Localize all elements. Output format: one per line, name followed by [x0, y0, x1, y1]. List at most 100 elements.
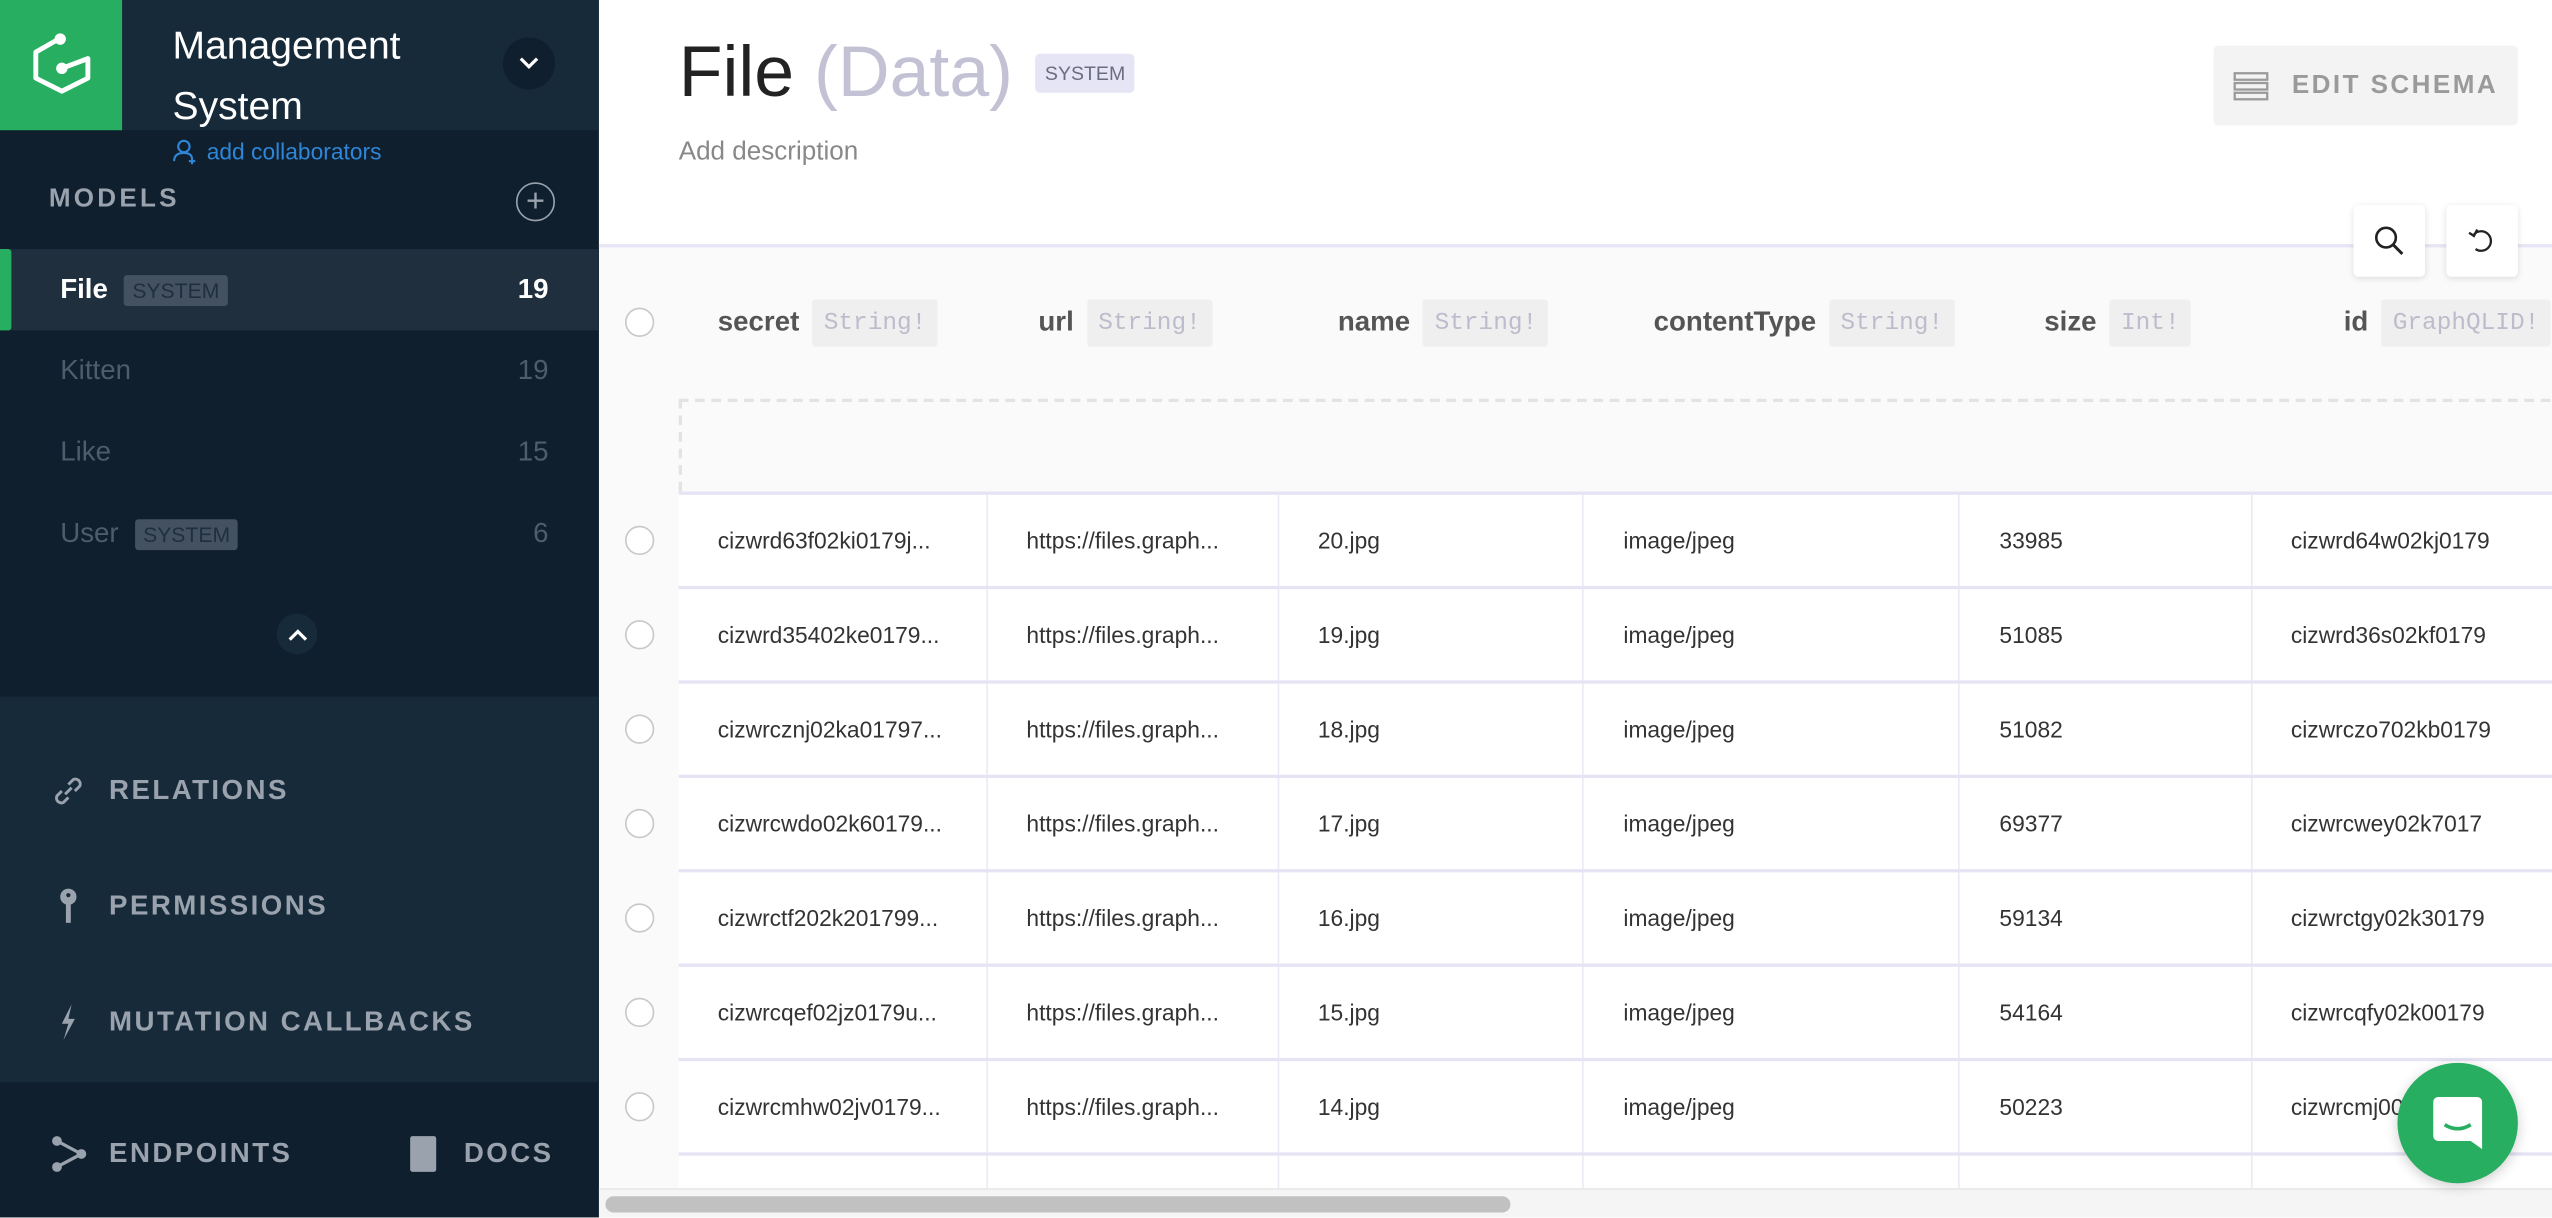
- add-description[interactable]: Add description: [679, 138, 859, 167]
- row-checkbox[interactable]: [624, 714, 655, 744]
- search-button[interactable]: [2353, 205, 2426, 277]
- column-type: String!: [1423, 298, 1549, 346]
- cell-id[interactable]: cizwrd36s02kf0179: [2252, 589, 2552, 680]
- cell-url[interactable]: https://files.graph...: [987, 683, 1279, 775]
- sidebar-model-kitten[interactable]: Kitten 19: [0, 330, 599, 411]
- scrollbar-thumb[interactable]: [605, 1196, 1511, 1213]
- table-row[interactable]: cizwrcwdo02k60179... https://files.graph.…: [624, 774, 2552, 870]
- table-row[interactable]: cizwrcqef02jz0179u... https://files.graph…: [624, 963, 2552, 1058]
- cell-id[interactable]: cizwrczo702kb0179: [2252, 684, 2552, 775]
- sidebar-model-user[interactable]: User SYSTEM 6: [0, 493, 599, 574]
- horizontal-scrollbar[interactable]: [598, 1188, 2552, 1218]
- add-model-button[interactable]: +: [515, 182, 556, 222]
- cell-url[interactable]: https://files.graph...: [987, 872, 1279, 964]
- cell-name[interactable]: 15.jpg: [1279, 966, 1585, 1058]
- cell-url[interactable]: https://files.graph...: [987, 966, 1279, 1058]
- cell-name[interactable]: 20.jpg: [1279, 494, 1585, 586]
- chevron-down-icon: [519, 57, 539, 70]
- edit-schema-button[interactable]: EDIT SCHEMA: [2213, 45, 2518, 126]
- row-checkbox[interactable]: [624, 997, 655, 1028]
- cell-id[interactable]: cizwrd64w02kj0179: [2252, 495, 2552, 586]
- cell-size[interactable]: 69377: [1960, 777, 2252, 870]
- key-icon: [60, 888, 77, 923]
- column-type: Int!: [2109, 298, 2192, 346]
- sidebar-model-like[interactable]: Like 15: [0, 412, 599, 493]
- column-name: name: [1337, 305, 1411, 337]
- cell-secret[interactable]: cizwrd35402ke0179...: [679, 589, 988, 681]
- cell-size[interactable]: 51082: [1960, 683, 2252, 775]
- row-checkbox[interactable]: [624, 620, 655, 650]
- graphcool-logo[interactable]: [0, 0, 123, 131]
- cell-secret[interactable]: cizwrd63f02ki0179j...: [679, 494, 988, 586]
- collapse-models-button[interactable]: [276, 613, 318, 655]
- select-all-checkbox[interactable]: [624, 307, 655, 337]
- table-row[interactable]: cizwrd35402ke0179... https://files.graph.…: [624, 585, 2552, 681]
- column-header-contenttype[interactable]: contentType String!: [1654, 293, 1955, 352]
- cell-secret[interactable]: cizwrcmhw02jv0179...: [679, 1061, 988, 1153]
- table-row[interactable]: cizwrcmhw02jv0179... https://files.graph.…: [624, 1057, 2552, 1153]
- cell-id[interactable]: cizwrctgy02k30179: [2252, 872, 2552, 963]
- nav-mutation-callbacks[interactable]: MUTATION CALLBACKS: [49, 1003, 475, 1042]
- cell-contenttype[interactable]: image/jpeg: [1584, 872, 1961, 964]
- row-checkbox[interactable]: [624, 1092, 655, 1122]
- cell-url[interactable]: https://files.graph...: [987, 1061, 1279, 1153]
- add-new-row[interactable]: [678, 398, 2552, 492]
- reload-button[interactable]: [2446, 205, 2518, 277]
- cell-url[interactable]: https://files.graph...: [987, 589, 1279, 681]
- model-count: 15: [517, 436, 549, 468]
- cell-name[interactable]: 19.jpg: [1279, 589, 1585, 681]
- cell-contenttype[interactable]: image/jpeg: [1584, 777, 1961, 870]
- cell-name[interactable]: 16.jpg: [1279, 872, 1585, 964]
- cell-contenttype[interactable]: image/jpeg: [1584, 589, 1961, 681]
- search-icon: [2374, 226, 2404, 255]
- cell-size[interactable]: 54164: [1960, 966, 2252, 1058]
- endpoints-label: ENDPOINTS: [109, 1137, 293, 1169]
- cell-name[interactable]: 17.jpg: [1279, 777, 1585, 870]
- column-header-size[interactable]: size Int!: [2044, 293, 2192, 352]
- sidebar: Management System add collaborators MODE…: [0, 0, 599, 1218]
- chat-support-button[interactable]: [2397, 1062, 2518, 1184]
- cell-size[interactable]: 50223: [1960, 1061, 2252, 1153]
- model-name: Like: [60, 436, 111, 468]
- column-header-name[interactable]: name String!: [1338, 293, 1549, 352]
- cell-size[interactable]: 51085: [1960, 589, 2252, 681]
- table-row[interactable]: cizwrd63f02ki0179j... https://files.graph…: [624, 491, 2552, 586]
- nav-permissions[interactable]: PERMISSIONS: [49, 887, 328, 926]
- cell-id[interactable]: cizwrcqfy02k00179: [2252, 967, 2552, 1058]
- cell-secret[interactable]: cizwrcqef02jz0179u...: [679, 966, 988, 1058]
- cell-contenttype[interactable]: image/jpeg: [1584, 966, 1961, 1058]
- cell-size[interactable]: 59134: [1960, 872, 2252, 964]
- docs-button[interactable]: DOCS: [404, 1134, 554, 1173]
- cell-size[interactable]: 33985: [1960, 494, 2252, 586]
- row-checkbox[interactable]: [624, 903, 655, 933]
- add-collaborators-link[interactable]: add collaborators: [173, 138, 382, 165]
- table-row[interactable]: cizwrctf202k201799... https://files.graph…: [624, 869, 2552, 964]
- cell-name[interactable]: 18.jpg: [1279, 683, 1585, 775]
- cell-secret[interactable]: cizwrcwdo02k60179...: [679, 777, 988, 870]
- cell-contenttype[interactable]: image/jpeg: [1584, 683, 1961, 775]
- cell-url[interactable]: https://files.graph...: [987, 777, 1279, 870]
- cell-id[interactable]: cizwrcwey02k7017: [2252, 778, 2552, 869]
- cell-contenttype[interactable]: image/jpeg: [1584, 494, 1961, 586]
- table-row[interactable]: cizwrcznj02ka01797... https://files.graph…: [624, 680, 2552, 775]
- row-checkbox[interactable]: [624, 525, 655, 556]
- cell-url[interactable]: https://files.graph...: [987, 494, 1279, 586]
- cell-contenttype[interactable]: image/jpeg: [1584, 1061, 1961, 1153]
- system-badge: SYSTEM: [124, 274, 228, 306]
- edit-schema-label: EDIT SCHEMA: [2291, 70, 2499, 99]
- column-header-secret[interactable]: secret String!: [718, 293, 938, 352]
- column-header-id[interactable]: id GraphQLID!: [2344, 293, 2551, 352]
- share-icon: [52, 1136, 87, 1172]
- sidebar-model-file[interactable]: File SYSTEM 19: [0, 249, 599, 331]
- column-header-url[interactable]: url String!: [1038, 293, 1213, 352]
- cell-secret[interactable]: cizwrcznj02ka01797...: [679, 683, 988, 775]
- model-title: File: [678, 32, 795, 113]
- docs-label: DOCS: [463, 1137, 554, 1169]
- row-checkbox[interactable]: [624, 808, 655, 839]
- cell-secret[interactable]: cizwrctf202k201799...: [679, 872, 988, 964]
- cell-name[interactable]: 14.jpg: [1279, 1061, 1585, 1153]
- endpoints-button[interactable]: ENDPOINTS: [49, 1134, 293, 1173]
- project-switcher-button[interactable]: [502, 37, 556, 90]
- nav-label: PERMISSIONS: [109, 890, 329, 922]
- nav-relations[interactable]: RELATIONS: [49, 771, 289, 810]
